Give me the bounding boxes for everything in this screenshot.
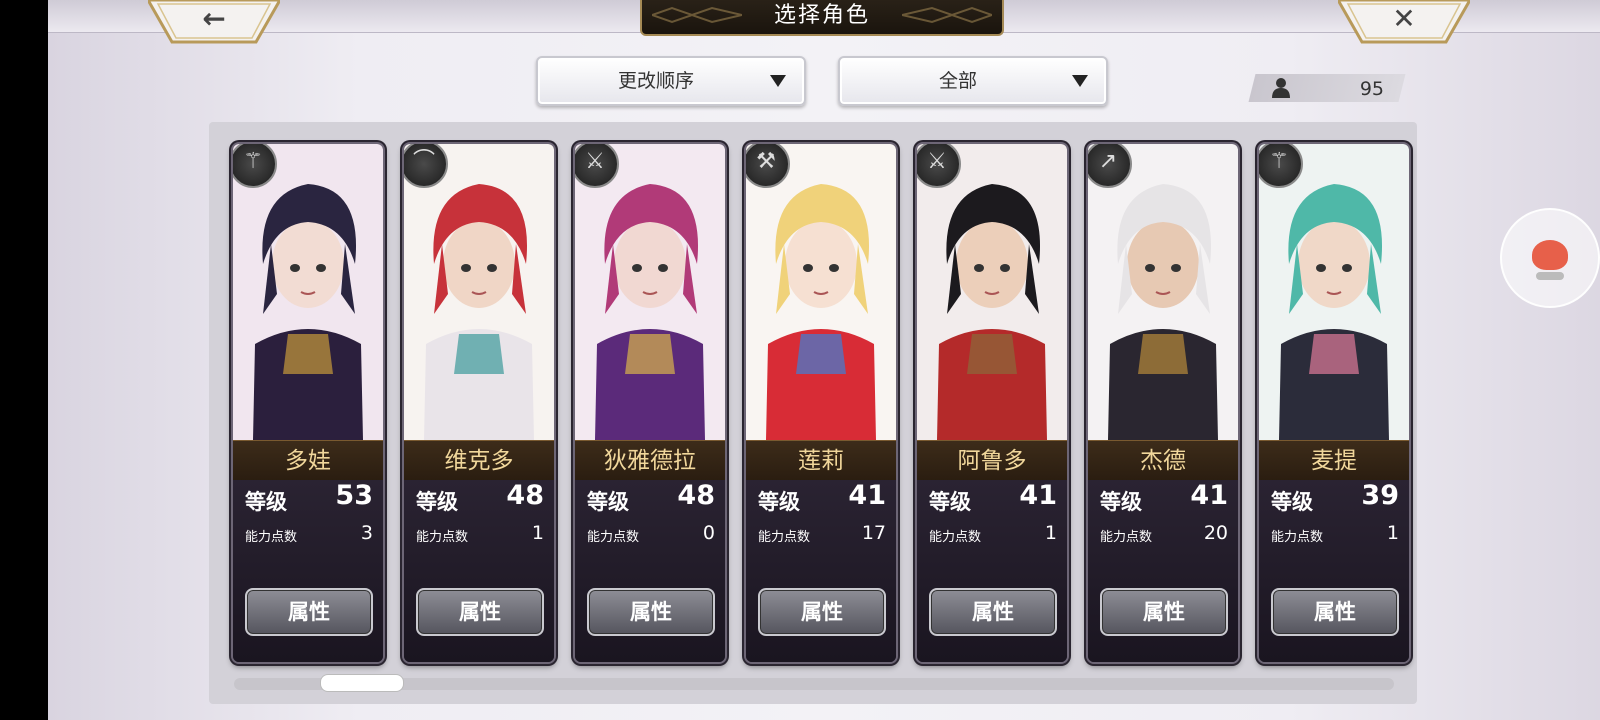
character-name-band: 多娃	[233, 440, 383, 482]
roster-count-value: 95	[1359, 78, 1384, 100]
character-name: 麦提	[1311, 448, 1357, 474]
character-portrait	[1259, 144, 1409, 440]
character-name-band: 莲莉	[746, 440, 896, 482]
ability-points-label: 能力点数	[1271, 530, 1324, 545]
level-label: 等级	[416, 490, 458, 514]
assistant-mascot-icon	[1532, 240, 1568, 270]
level-value: 48	[677, 480, 715, 511]
character-name-band: 麦提	[1259, 440, 1409, 482]
ability-points-label: 能力点数	[245, 530, 298, 545]
character-name: 多娃	[285, 448, 331, 474]
attributes-button[interactable]: 属性	[758, 588, 886, 636]
character-name-band: 杰德	[1088, 440, 1238, 482]
character-card[interactable]: ⚔ 狄雅德拉 等级 48 能力点数 0 属性	[573, 142, 727, 664]
attributes-button[interactable]: 属性	[929, 588, 1057, 636]
sort-order-label: 更改顺序	[617, 70, 694, 92]
attributes-button-label: 属性	[1143, 600, 1185, 624]
ability-points-value: 1	[531, 522, 544, 544]
character-card[interactable]: ⌒ 维克多 等级 48 能力点数 1 属性	[402, 142, 556, 664]
ability-points-value: 3	[360, 522, 373, 544]
ability-points-value: 1	[1044, 522, 1057, 544]
character-card[interactable]: ⚒ 莲莉 等级 41 能力点数 17 属性	[744, 142, 898, 664]
ability-points-value: 17	[861, 522, 886, 544]
level-value: 41	[848, 480, 886, 511]
attributes-button-label: 属性	[972, 600, 1014, 624]
attributes-button-label: 属性	[630, 600, 672, 624]
character-portrait	[917, 144, 1067, 440]
back-button[interactable]: ←	[148, 0, 280, 44]
chevron-down-icon	[770, 75, 786, 87]
character-name: 维克多	[444, 448, 514, 474]
attributes-button-label: 属性	[1314, 600, 1356, 624]
page-title-plate: 选择角色	[640, 0, 1004, 36]
chevron-down-icon	[1072, 75, 1088, 87]
ability-points-label: 能力点数	[929, 530, 982, 545]
left-black-bar	[0, 0, 48, 720]
page-title: 选择角色	[773, 3, 870, 28]
level-label: 等级	[1100, 490, 1142, 514]
person-icon	[1272, 78, 1290, 98]
ability-points-label: 能力点数	[758, 530, 811, 545]
level-label: 等级	[245, 490, 287, 514]
scrollbar-thumb[interactable]	[320, 674, 404, 692]
attributes-button[interactable]: 属性	[416, 588, 544, 636]
close-icon: ✕	[1392, 2, 1416, 35]
close-button[interactable]: ✕	[1338, 0, 1470, 44]
ability-points-label: 能力点数	[587, 530, 640, 545]
attributes-button-label: 属性	[459, 600, 501, 624]
attributes-button[interactable]: 属性	[1100, 588, 1228, 636]
level-value: 41	[1190, 480, 1228, 511]
attributes-button[interactable]: 属性	[587, 588, 715, 636]
title-ornament-right-icon	[902, 6, 992, 24]
floating-assistant-button[interactable]	[1500, 208, 1600, 308]
character-name: 阿鲁多	[957, 448, 1027, 474]
level-value: 53	[335, 480, 373, 511]
level-label: 等级	[587, 490, 629, 514]
category-filter-label: 全部	[938, 70, 977, 92]
character-portrait	[404, 144, 554, 440]
title-ornament-left-icon	[652, 6, 742, 24]
level-label: 等级	[758, 490, 800, 514]
character-name-band: 阿鲁多	[917, 440, 1067, 482]
character-card[interactable]: ⚚ 麦提 等级 39 能力点数 1 属性	[1257, 142, 1411, 664]
character-select-screen: ← 选择角色 ✕ 更改顺序 全部 95 ⚚ 多娃 等级 53 能力点数 3 属性 ⌒ 维克多 等级	[48, 0, 1600, 720]
character-card[interactable]: ↗ 杰德 等级 41 能力点数 20 属性	[1086, 142, 1240, 664]
character-name-band: 维克多	[404, 440, 554, 482]
ability-points-label: 能力点数	[1100, 530, 1153, 545]
category-filter-dropdown[interactable]: 全部	[838, 56, 1108, 106]
character-card[interactable]: ⚚ 多娃 等级 53 能力点数 3 属性	[231, 142, 385, 664]
level-label: 等级	[1271, 490, 1313, 514]
character-card[interactable]: ⚔ 阿鲁多 等级 41 能力点数 1 属性	[915, 142, 1069, 664]
attributes-button-label: 属性	[288, 600, 330, 624]
ability-points-label: 能力点数	[416, 530, 469, 545]
level-value: 39	[1361, 480, 1399, 511]
ability-points-value: 1	[1386, 522, 1399, 544]
level-value: 48	[506, 480, 544, 511]
attributes-button-label: 属性	[801, 600, 843, 624]
level-label: 等级	[929, 490, 971, 514]
character-portrait	[575, 144, 725, 440]
ability-points-value: 0	[702, 522, 715, 544]
ability-points-value: 20	[1203, 522, 1228, 544]
character-name: 莲莉	[798, 448, 844, 474]
roster-count: 95	[1252, 74, 1402, 102]
attributes-button[interactable]: 属性	[1271, 588, 1399, 636]
scrollbar-track	[234, 678, 1394, 690]
assistant-base-icon	[1536, 272, 1564, 280]
attributes-button[interactable]: 属性	[245, 588, 373, 636]
character-portrait	[746, 144, 896, 440]
character-portrait	[233, 144, 383, 440]
character-name: 杰德	[1140, 448, 1186, 474]
level-value: 41	[1019, 480, 1057, 511]
character-name-band: 狄雅德拉	[575, 440, 725, 482]
sort-order-dropdown[interactable]: 更改顺序	[536, 56, 806, 106]
back-arrow-icon: ←	[202, 2, 226, 35]
character-portrait	[1088, 144, 1238, 440]
character-name: 狄雅德拉	[604, 448, 696, 474]
